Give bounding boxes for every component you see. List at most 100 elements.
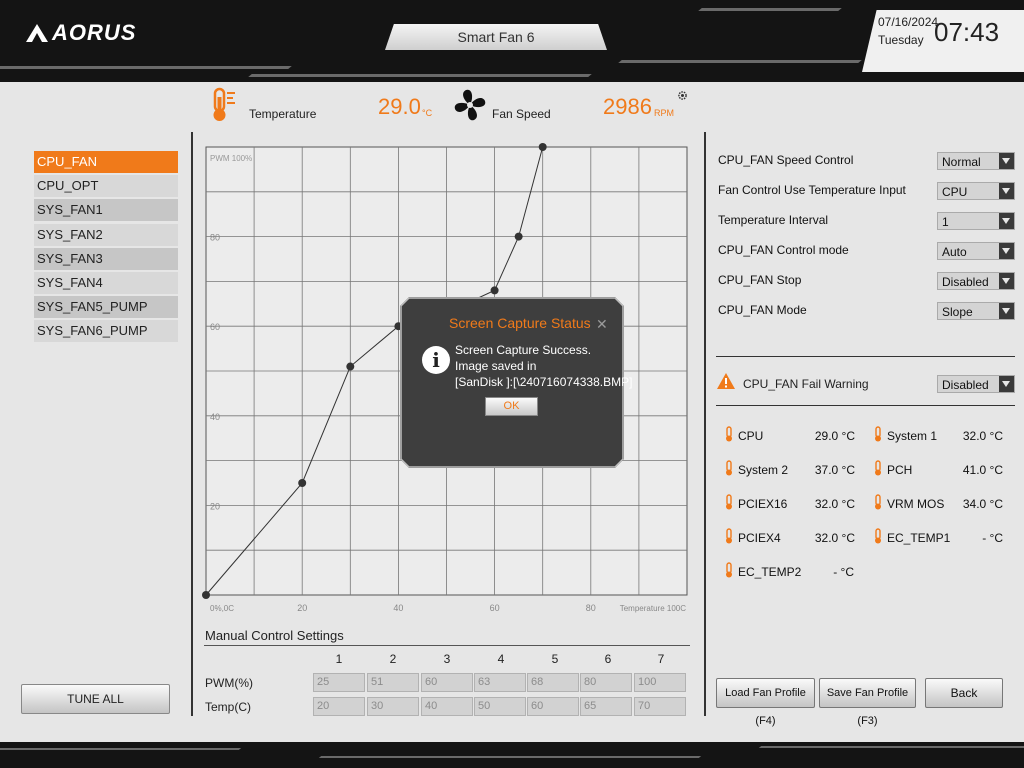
tune-all-button[interactable]: TUNE ALL <box>21 684 170 714</box>
temp-cell-4[interactable]: 50 <box>474 697 526 716</box>
pwm-cell-3[interactable]: 60 <box>421 673 473 692</box>
fail-warning-value: Disabled <box>942 378 989 392</box>
temp-row-label: Temp(C) <box>205 700 252 714</box>
dialog-message-line-2: Image saved in <box>455 359 537 373</box>
temperature-value: 29.0 <box>378 94 421 119</box>
temperature-input-dropdown[interactable]: CPU <box>937 182 1015 200</box>
fan-item-cpu-fan[interactable]: CPU_FAN <box>34 151 178 173</box>
fan-speed-value: 2986 <box>603 94 652 119</box>
load-fan-profile-button[interactable]: Load Fan Profile (F4) <box>716 678 815 727</box>
sensor-value-pciex16: 32.0 °C <box>814 497 855 511</box>
speed-control-value: Normal <box>942 155 981 169</box>
temperature-interval-dropdown[interactable]: 1 <box>937 212 1015 230</box>
pwm-cell-1[interactable]: 25 <box>313 673 365 692</box>
sensor-value-system-1: 32.0 °C <box>962 429 1003 443</box>
fan-item-sys-fan2[interactable]: SYS_FAN2 <box>34 223 178 246</box>
x-tick-label: 80 <box>586 603 596 613</box>
aorus-logo: AORUS <box>26 20 136 46</box>
fan-list: CPU_FAN CPU_OPT SYS_FAN1 SYS_FAN2 SYS_FA… <box>34 151 178 345</box>
left-divider <box>191 132 193 716</box>
curve-point[interactable] <box>538 143 547 151</box>
x-tick-label: 20 <box>297 603 307 613</box>
settings-divider-bottom <box>716 405 1015 406</box>
fan-speed-unit: RPM <box>654 108 674 118</box>
x-tick-label: 60 <box>490 603 500 613</box>
y-tick-label: 80 <box>210 233 220 243</box>
thermometer-icon <box>726 426 732 442</box>
curve-point[interactable] <box>202 591 210 599</box>
sensor-name-pch: PCH <box>887 463 913 477</box>
control-mode-dropdown[interactable]: Auto <box>937 242 1015 260</box>
dialog-title: Screen Capture Status <box>449 315 591 331</box>
fan-item-sys-fan3[interactable]: SYS_FAN3 <box>34 247 178 270</box>
x-tick-label: 40 <box>393 603 403 613</box>
thermometer-icon <box>726 562 732 578</box>
temp-cell-2[interactable]: 30 <box>367 697 419 716</box>
temperature-input-label: Fan Control Use Temperature Input <box>718 183 906 197</box>
fan-icon <box>454 89 486 121</box>
thermometer-icon <box>875 460 881 476</box>
origin-label: 0%,0C <box>210 604 234 613</box>
sensor-value-cpu: 29.0 °C <box>814 429 855 443</box>
fan-item-cpu-opt[interactable]: CPU_OPT <box>34 175 178 198</box>
fan-stop-dropdown[interactable]: Disabled <box>937 272 1015 290</box>
save-fan-profile-button[interactable]: Save Fan Profile (F3) <box>819 678 916 727</box>
sensor-value-vrm-mos: 34.0 °C <box>962 497 1003 511</box>
chevron-down-icon <box>999 303 1014 319</box>
temperature-input-value: CPU <box>942 185 968 199</box>
pwm-cell-4[interactable]: 63 <box>474 673 526 692</box>
settings-divider-top <box>716 356 1015 357</box>
temperature-interval-label: Temperature Interval <box>718 213 829 227</box>
curve-point[interactable] <box>346 362 355 371</box>
pwm-cell-5[interactable]: 68 <box>527 673 579 692</box>
back-button[interactable]: Back <box>925 678 1003 708</box>
speed-control-dropdown[interactable]: Normal <box>937 152 1015 170</box>
control-mode-label: CPU_FAN Control mode <box>718 243 849 257</box>
fan-mode-value: Slope <box>942 305 973 319</box>
sensor-value-ec-temp1: - °C <box>982 531 1003 545</box>
sensor-value-pciex4: 32.0 °C <box>814 531 855 545</box>
sensor-value-pch: 41.0 °C <box>962 463 1003 477</box>
dialog-message-line-1: Screen Capture Success. <box>455 343 592 357</box>
temp-cell-5[interactable]: 60 <box>527 697 579 716</box>
temp-cell-1[interactable]: 20 <box>313 697 365 716</box>
fail-warning-label: CPU_FAN Fail Warning <box>743 377 869 391</box>
ok-button[interactable]: OK <box>485 397 538 416</box>
sensor-name-cpu: CPU <box>738 429 764 443</box>
fan-item-sys-fan6-pump[interactable]: SYS_FAN6_PUMP <box>34 320 178 343</box>
sensor-name-system-2: System 2 <box>738 463 789 477</box>
chevron-down-icon <box>999 213 1014 229</box>
column-number-4: 4 <box>497 652 505 666</box>
fan-mode-dropdown[interactable]: Slope <box>937 302 1015 320</box>
chevron-down-icon <box>999 183 1014 199</box>
y-tick-label: 60 <box>210 322 220 332</box>
fan-item-sys-fan1[interactable]: SYS_FAN1 <box>34 199 178 222</box>
fan-item-sys-fan5-pump[interactable]: SYS_FAN5_PUMP <box>34 296 178 319</box>
temperature-interval-value: 1 <box>942 215 949 229</box>
warning-icon <box>717 373 735 389</box>
thermometer-icon <box>213 87 235 121</box>
curve-point[interactable] <box>298 479 307 487</box>
y-tick-label: 20 <box>210 501 220 511</box>
temp-cell-6[interactable]: 65 <box>580 697 632 716</box>
y-axis-label: PWM 100% <box>210 154 252 163</box>
temp-cell-3[interactable]: 40 <box>421 697 473 716</box>
curve-point[interactable] <box>490 286 499 295</box>
column-number-5: 5 <box>551 652 559 666</box>
pwm-cell-2[interactable]: 51 <box>367 673 419 692</box>
pwm-cell-6[interactable]: 80 <box>580 673 632 692</box>
fan-stop-value: Disabled <box>942 275 989 289</box>
pwm-row-label: PWM(%) <box>205 676 253 690</box>
close-icon[interactable]: ✕ <box>596 316 608 333</box>
fan-item-sys-fan4[interactable]: SYS_FAN4 <box>34 271 178 294</box>
pwm-cell-7[interactable]: 100 <box>634 673 686 692</box>
brand-name: AORUS <box>52 20 137 45</box>
fan-mode-label: CPU_FAN Mode <box>718 303 807 317</box>
manual-control-title: Manual Control Settings <box>205 628 344 643</box>
curve-point[interactable] <box>514 232 523 241</box>
fail-warning-dropdown[interactable]: Disabled <box>937 375 1015 393</box>
gear-icon[interactable] <box>677 90 688 101</box>
right-divider <box>704 132 706 716</box>
temp-cell-7[interactable]: 70 <box>634 697 686 716</box>
bottom-bar <box>0 742 1024 768</box>
